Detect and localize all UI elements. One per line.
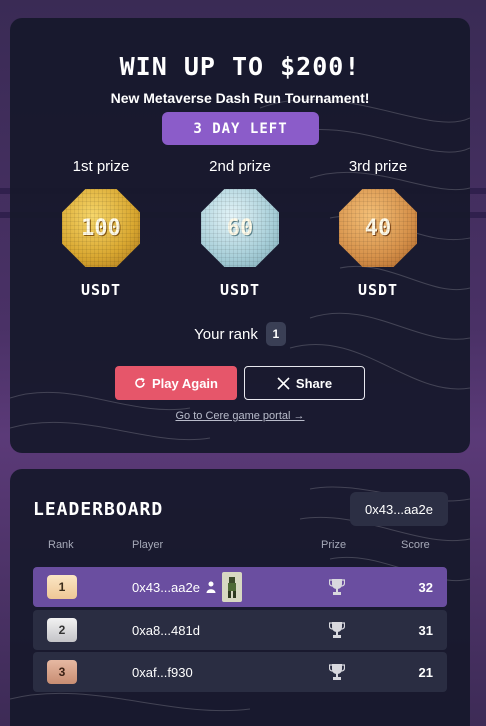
column-header-prize: Prize: [321, 539, 347, 551]
x-logo-icon: [277, 376, 290, 390]
leaderboard-card: LEADERBOARD 0x43...aa2e Rank Player Priz…: [10, 469, 470, 726]
tournament-card: WIN UP TO $200! New Metaverse Dash Run T…: [10, 18, 470, 453]
prize-amount: 100: [81, 215, 121, 241]
gold-coin-icon: 100: [62, 189, 140, 267]
your-rank-label: Your rank: [194, 325, 258, 343]
column-header-score: Score: [401, 539, 430, 551]
leaderboard-row: 2 0xa8...481d 31: [33, 610, 447, 650]
player-score: 31: [418, 622, 433, 638]
trophy-icon: [329, 664, 345, 680]
user-icon: [206, 581, 216, 593]
silver-coin-icon: 60: [201, 189, 279, 267]
refresh-icon: [135, 377, 145, 388]
rank-badge: 2: [47, 618, 77, 642]
prize-label: 2nd prize: [209, 158, 271, 175]
days-left-badge: 3 DAY LEFT: [162, 112, 319, 145]
leaderboard-row: 3 0xaf...f930 21: [33, 652, 447, 692]
column-header-rank: Rank: [48, 539, 74, 551]
leaderboard-row: 1 0x43...aa2e 32: [33, 567, 447, 607]
share-label: Share: [295, 375, 333, 391]
prize-currency: USDT: [219, 281, 261, 299]
prize-currency: USDT: [80, 281, 122, 299]
prize-third: 3rd prize 40 USDT: [323, 158, 433, 299]
share-button[interactable]: Share: [244, 366, 365, 400]
player-score: 32: [418, 579, 433, 595]
your-rank: Your rank 1: [10, 322, 470, 346]
player-score: 21: [418, 664, 433, 680]
player-address: 0x43...aa2e: [132, 579, 200, 595]
leaderboard-title: LEADERBOARD: [33, 499, 164, 520]
tournament-subtitle: New Metaverse Dash Run Tournament!: [110, 90, 370, 106]
prize-label: 1st prize: [72, 158, 130, 175]
trophy-icon: [329, 622, 345, 638]
player-cell: 0x43...aa2e: [132, 572, 242, 602]
rank-badge: 3: [47, 660, 77, 684]
play-again-label: Play Again: [152, 375, 218, 391]
your-rank-value: 1: [265, 322, 286, 346]
avatar: [221, 572, 242, 602]
bronze-coin-icon: 40: [339, 189, 417, 267]
rank-badge: 1: [47, 575, 77, 599]
prize-second: 2nd prize 60 USDT: [185, 158, 295, 299]
prize-currency: USDT: [357, 281, 399, 299]
wallet-address-chip[interactable]: 0x43...aa2e: [350, 492, 448, 526]
prize-label: 3rd prize: [348, 158, 408, 175]
player-address: 0xa8...481d: [132, 622, 200, 638]
player-cell: 0xaf...f930: [132, 665, 193, 680]
player-cell: 0xa8...481d: [132, 623, 200, 638]
play-again-button[interactable]: Play Again: [115, 366, 237, 400]
prize-amount: 60: [226, 215, 254, 241]
column-header-player: Player: [132, 539, 164, 551]
prize-first: 1st prize 100 USDT: [46, 158, 156, 299]
player-address: 0xaf...f930: [132, 664, 193, 680]
trophy-icon: [329, 579, 345, 595]
prize-amount: 40: [364, 215, 392, 241]
game-portal-link[interactable]: Go to Cere game portal →: [10, 410, 470, 422]
tournament-headline: WIN UP TO $200!: [119, 52, 361, 81]
